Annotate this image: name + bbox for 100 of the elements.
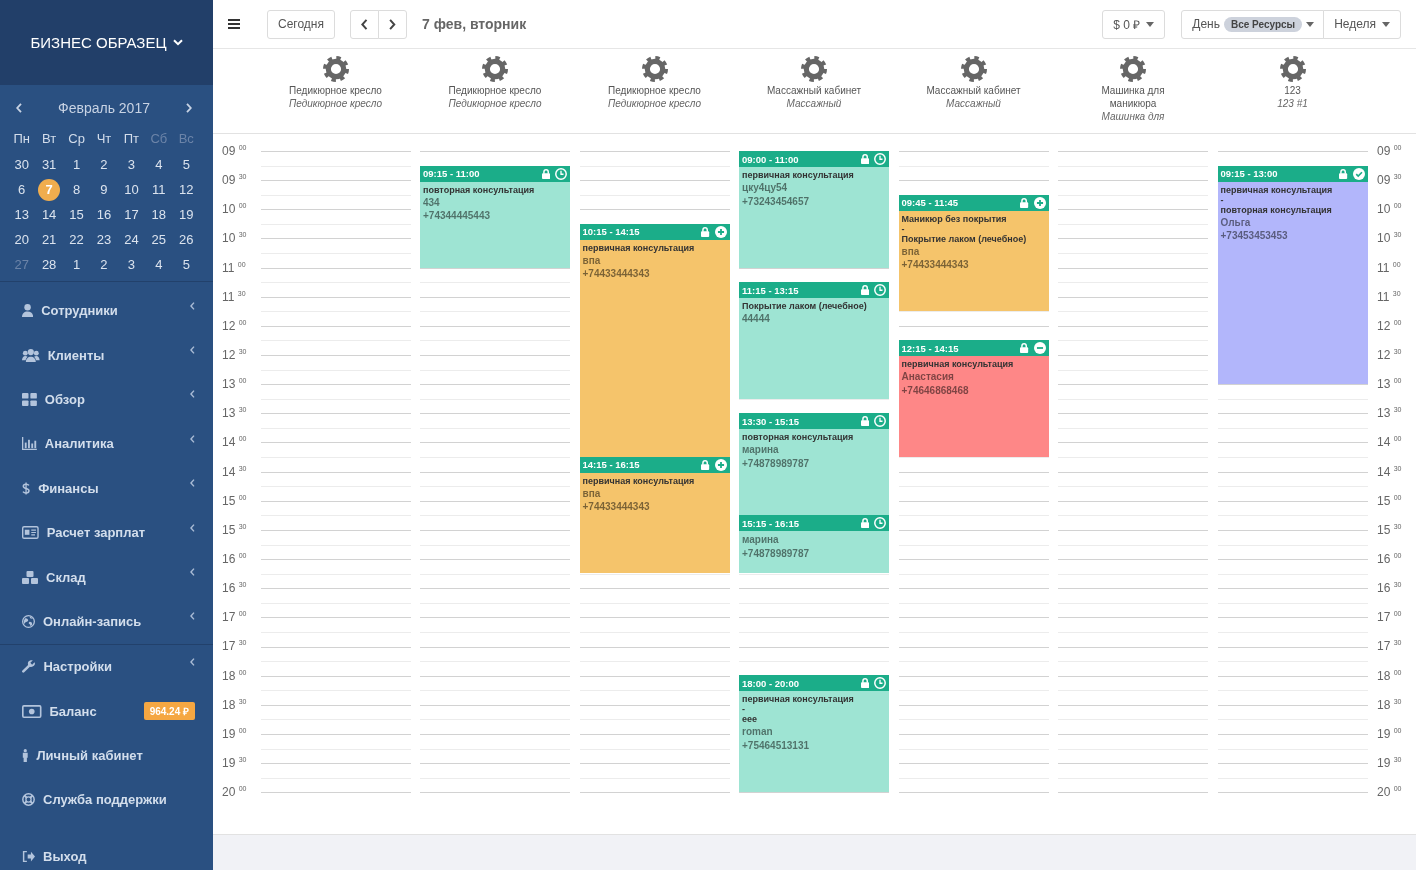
calendar-day[interactable]: 24 xyxy=(120,228,143,251)
calendar-day[interactable]: 12 xyxy=(175,178,198,201)
sidebar-item[interactable]: Служба поддержки xyxy=(0,777,213,823)
check-icon[interactable] xyxy=(1352,167,1365,180)
appointment-time: 13:30 - 15:15 xyxy=(742,415,800,427)
sidebar-item[interactable]: Расчет зарплат xyxy=(0,510,213,555)
calendar-day[interactable]: 25 xyxy=(147,228,170,251)
next-button[interactable] xyxy=(378,9,407,39)
calendar-day[interactable]: 6 xyxy=(10,178,33,201)
plus-icon[interactable] xyxy=(714,225,727,238)
appointment-card[interactable]: 15:15 - 16:15 марина +74878989787 xyxy=(739,515,889,574)
calendar-day[interactable]: 4 xyxy=(147,253,170,276)
calendar-day[interactable]: 1 xyxy=(65,153,88,176)
service-name: первичная консультация xyxy=(582,241,696,254)
appointment-card[interactable]: 14:15 - 16:15 первичная консультация впа +74433444343 xyxy=(579,456,730,574)
calendar-day[interactable]: 22 xyxy=(65,228,88,251)
sidebar-item[interactable]: Личный кабинет xyxy=(0,733,213,778)
clock-icon[interactable] xyxy=(874,677,886,690)
sidebar-item[interactable]: Аналитика xyxy=(0,421,213,467)
today-button[interactable]: Сегодня xyxy=(267,9,335,39)
calendar-day[interactable]: 3 xyxy=(120,253,143,276)
calendar-day[interactable]: 31 xyxy=(38,153,61,176)
sidebar-item[interactable]: Онлайн-запись xyxy=(0,599,213,644)
previous-button[interactable] xyxy=(350,9,379,39)
plus-icon[interactable] xyxy=(714,458,727,471)
phone-number: +74878989787 xyxy=(742,456,811,471)
plus-icon[interactable] xyxy=(1033,196,1046,209)
gear-icon[interactable] xyxy=(1279,56,1306,82)
appointment-card[interactable]: 09:15 - 13:00 первичная консультация - повторная консультация Ольга +73453453453 xyxy=(1217,165,1368,384)
calendar-day[interactable]: 20 xyxy=(10,228,33,251)
calendar-day[interactable]: 3 xyxy=(120,153,143,176)
calendar-day[interactable]: 8 xyxy=(65,178,88,201)
appointment-card[interactable]: 12:15 - 14:15 первичная консультация Анастасия +74646868468 xyxy=(898,340,1049,457)
gear-icon[interactable] xyxy=(322,56,349,82)
appointment-card[interactable]: 13:30 - 15:15 повторная консультация марина +74878989787 xyxy=(739,413,889,516)
calendar-day[interactable]: 11 xyxy=(147,178,170,201)
clock-icon[interactable] xyxy=(555,167,567,180)
clock-icon[interactable] xyxy=(874,517,886,530)
gear-icon[interactable] xyxy=(960,56,987,82)
calendar-day[interactable]: 10 xyxy=(120,178,143,201)
chevron-left-icon[interactable] xyxy=(16,103,22,113)
calendar-day[interactable]: 23 xyxy=(93,228,115,251)
day-view-dropdown[interactable]: День Все Ресурсы xyxy=(1181,9,1325,39)
sidebar-item[interactable]: Настройки xyxy=(0,644,213,689)
calendar-day[interactable]: 28 xyxy=(38,253,61,276)
calendar-day[interactable]: 15 xyxy=(65,203,88,226)
week-view-dropdown[interactable]: Неделя xyxy=(1323,9,1401,39)
calendar-day[interactable]: 2 xyxy=(93,153,115,176)
gear-icon[interactable] xyxy=(1120,56,1146,82)
calendar-day[interactable]: 9 xyxy=(93,178,115,201)
calendar-day[interactable]: 5 xyxy=(175,253,198,276)
appointment-card[interactable]: 09:45 - 11:45 Маникюр без покрытия - Покрытие лаком (лечебное) впа +74433444343 xyxy=(898,194,1049,312)
clock-icon[interactable] xyxy=(874,415,886,428)
clock-icon[interactable] xyxy=(874,153,886,165)
calendar-day[interactable]: 14 xyxy=(38,203,61,226)
calendar-day[interactable]: 30 xyxy=(10,153,33,176)
month-label: Февраль 2017 xyxy=(58,100,150,116)
gear-icon[interactable] xyxy=(482,56,508,82)
life-ring-icon xyxy=(22,793,35,807)
menu-icon[interactable] xyxy=(228,19,240,29)
gear-icon[interactable] xyxy=(641,56,668,82)
sign-out-icon xyxy=(22,849,35,863)
sidebar-item[interactable]: Обзор xyxy=(0,377,213,422)
service-name: eee xyxy=(742,713,759,726)
clock-icon[interactable] xyxy=(874,284,886,297)
globe-icon xyxy=(22,614,35,628)
currency-dropdown[interactable]: $ 0 ₽ xyxy=(1102,9,1166,39)
calendar-day[interactable]: 13 xyxy=(10,203,33,226)
sidebar-item[interactable]: Склад xyxy=(0,554,213,600)
time-label: 09 $^{00}$ xyxy=(1377,144,1403,160)
chevron-down-icon[interactable] xyxy=(172,39,183,46)
calendar-day[interactable]: 19 xyxy=(175,203,198,226)
calendar-day[interactable]: 18 xyxy=(147,203,170,226)
appointment-card[interactable]: 09:00 - 11:00 первичная консультация цку4цу54 +73243454657 xyxy=(739,151,889,268)
sidebar-item[interactable]: Финансы xyxy=(0,466,213,511)
appointment-card[interactable]: 09:15 - 11:00 повторная консультация 434 +74344445443 xyxy=(420,165,570,268)
resource-filter-pill[interactable]: Все Ресурсы xyxy=(1223,16,1303,32)
appointment-card[interactable]: 11:15 - 13:15 Покрытие лаком (лечебное) 44444 xyxy=(739,282,889,399)
time-label: 16 $^{30}$ xyxy=(1377,581,1403,598)
calendar-day[interactable]: 16 xyxy=(93,203,115,226)
business-switcher[interactable]: БИЗНЕС ОБРАЗЕЦ xyxy=(30,34,183,51)
service-name: первичная консультация xyxy=(1220,183,1334,196)
time-label: 13 $^{30}$ xyxy=(222,406,248,423)
calendar-day[interactable]: 17 xyxy=(120,203,143,226)
calendar-day[interactable]: 2 xyxy=(93,253,115,276)
calendar-day[interactable]: 4 xyxy=(147,153,170,176)
chevron-right-icon[interactable] xyxy=(186,103,192,113)
calendar-day[interactable]: 26 xyxy=(175,228,198,251)
minus-icon[interactable] xyxy=(1033,342,1046,355)
appointment-card[interactable]: 18:00 - 20:00 первичная консультация - eee roman +75464513131 xyxy=(739,675,889,792)
calendar-day[interactable]: 5 xyxy=(175,153,198,176)
calendar-day[interactable]: 21 xyxy=(38,228,61,251)
sidebar-item[interactable]: Клиенты xyxy=(0,332,213,378)
sidebar-item[interactable]: Выход xyxy=(0,842,213,870)
gear-icon[interactable] xyxy=(801,56,827,82)
calendar-day[interactable]: 1 xyxy=(65,253,88,276)
sidebar-item[interactable]: Баланс 964.24 ₽ xyxy=(0,689,213,734)
appointment-card[interactable]: 10:15 - 14:15 первичная консультация впа +74433444343 xyxy=(579,223,730,457)
sidebar-item[interactable]: Сотрудники xyxy=(0,288,213,333)
appointment-time: 12:15 - 14:15 xyxy=(901,342,959,354)
